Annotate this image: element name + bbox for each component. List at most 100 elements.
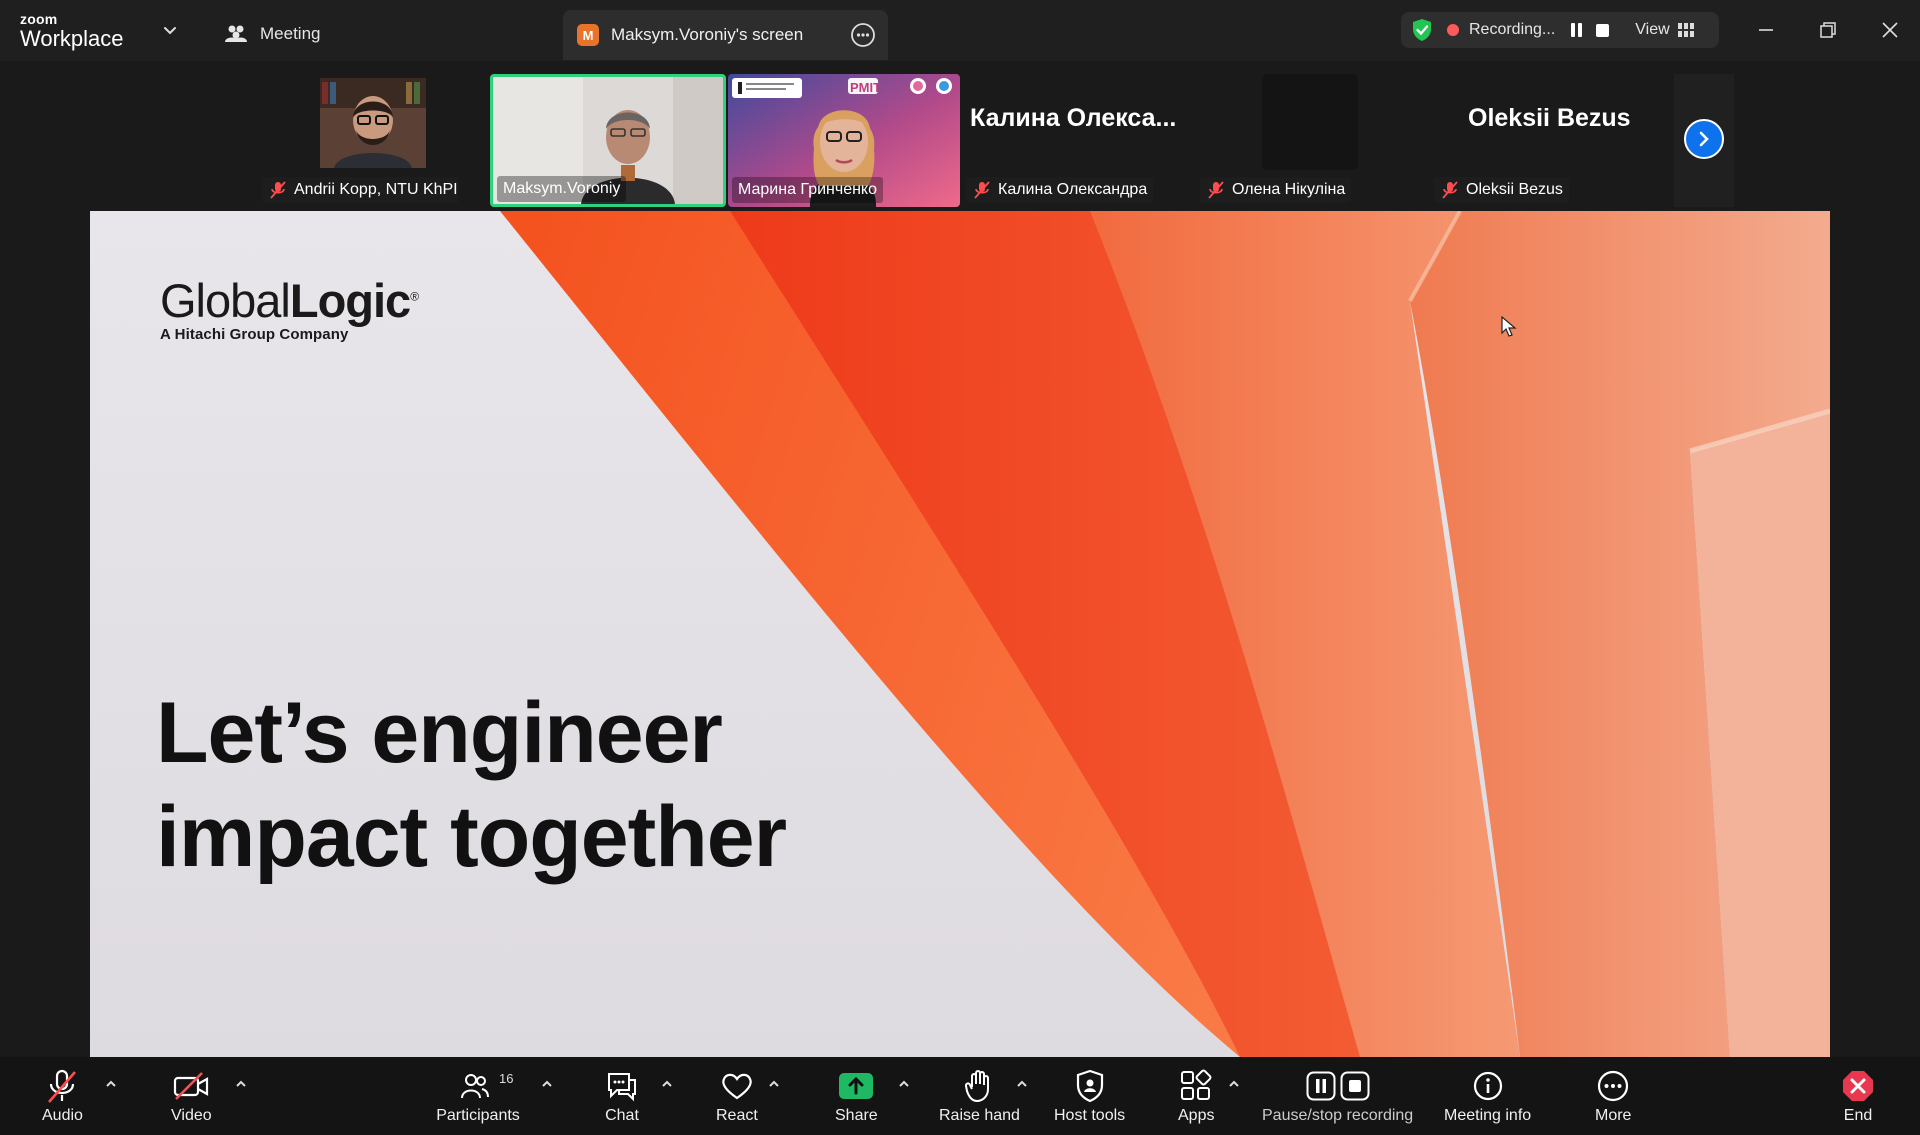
title-bar: zoom Workplace Meeting M Maksym.Voroniy'… [0, 0, 1920, 61]
video-label: Video [171, 1107, 212, 1124]
raise-hand-options-caret-icon[interactable] [1015, 1077, 1029, 1091]
mic-muted-icon [1208, 181, 1224, 199]
restore-icon[interactable] [1816, 18, 1840, 42]
stop-icon [1340, 1071, 1370, 1101]
meeting-info-label: Meeting info [1444, 1107, 1532, 1124]
chat-icon [608, 1073, 636, 1102]
mic-muted-icon [1442, 181, 1458, 199]
participants-options-caret-icon[interactable] [540, 1077, 554, 1091]
pmit-overlay-label: PMIT [850, 80, 882, 95]
participant-display-name: Калина Олекса... [970, 104, 1177, 132]
mic-muted-icon [974, 181, 990, 199]
participant-tile-andrii[interactable]: Andrii Kopp, NTU KhPI [258, 74, 458, 207]
participant-video-andrii [320, 78, 426, 168]
video-button[interactable]: Video [171, 1067, 212, 1125]
next-page-button[interactable] [1684, 119, 1724, 159]
headline-line-2: impact together [156, 789, 787, 885]
audio-button[interactable]: Audio [42, 1067, 83, 1125]
host-tools-label: Host tools [1054, 1107, 1126, 1124]
logo-text-bold: Logic [289, 274, 411, 327]
participant-name: Maksym.Voroniy [503, 180, 621, 197]
pause-stop-label: Pause/stop recording [1262, 1107, 1414, 1124]
brand-zoom-text: zoom [20, 11, 58, 27]
participants-count: 16 [499, 1071, 514, 1086]
shield-check-icon[interactable] [1411, 18, 1433, 42]
participant-name-tag: Oleksii Bezus [1434, 177, 1569, 203]
microphone-muted-icon [48, 1069, 77, 1103]
close-icon[interactable] [1878, 18, 1902, 42]
grid-view-icon [1677, 23, 1694, 37]
meeting-info-button[interactable]: Meeting info [1444, 1067, 1531, 1125]
shield-icon [1076, 1069, 1103, 1103]
chat-button[interactable]: Chat [605, 1067, 639, 1125]
logo-text-light: Global [160, 274, 291, 327]
chevron-down-icon[interactable] [160, 20, 180, 40]
participant-tile-maksym[interactable]: Maksym.Voroniy [490, 74, 726, 207]
pause-recording-icon[interactable] [1571, 23, 1583, 37]
participant-name: Марина Гринченко [738, 181, 878, 198]
mouse-cursor-icon [1501, 316, 1517, 337]
participant-tile-marina[interactable]: PMIT Марина Гринченко [728, 74, 960, 207]
participant-strip: Andrii Kopp, NTU KhPI Maksym.Voroniy PMI… [0, 61, 1920, 211]
pause-icon [1306, 1071, 1336, 1101]
apps-button[interactable]: Apps [1178, 1067, 1214, 1125]
participant-name: Andrii Kopp, NTU KhPI [294, 181, 458, 198]
participants-button[interactable]: 16 Participants [433, 1067, 523, 1125]
logo-subtitle: A Hitachi Group Company [160, 326, 349, 343]
share-options-caret-icon[interactable] [897, 1077, 911, 1091]
logo-registered-mark: ® [410, 289, 419, 304]
apps-icon [1181, 1069, 1212, 1100]
camera-off-icon [174, 1072, 209, 1100]
participant-name-tag: Maksym.Voroniy [497, 176, 627, 202]
participant-name: Олена Нікуліна [1232, 181, 1346, 198]
chat-options-caret-icon[interactable] [660, 1077, 674, 1091]
chat-label: Chat [605, 1107, 639, 1124]
brand-workplace-text: Workplace [20, 26, 124, 51]
audio-label: Audio [42, 1107, 83, 1124]
apps-options-caret-icon[interactable] [1227, 1077, 1241, 1091]
meeting-tab[interactable]: Meeting [224, 19, 320, 49]
shared-screen[interactable]: GlobalLogic® A Hitachi Group Company Let… [90, 211, 1830, 1057]
react-options-caret-icon[interactable] [767, 1077, 781, 1091]
react-label: React [716, 1107, 758, 1124]
zoom-workplace-logo[interactable]: zoom Workplace [20, 12, 124, 50]
pause-stop-recording-button[interactable]: Pause/stop recording [1262, 1067, 1413, 1125]
recording-dot-icon [1447, 24, 1459, 36]
video-options-caret-icon[interactable] [234, 1077, 248, 1091]
more-options-icon[interactable] [850, 22, 876, 48]
share-button[interactable]: Share [835, 1067, 878, 1125]
participant-name-tag: Andrii Kopp, NTU KhPI [262, 177, 458, 203]
host-tools-button[interactable]: Host tools [1054, 1067, 1125, 1125]
screen-tab-label: Maksym.Voroniy's screen [611, 25, 804, 44]
view-label: View [1635, 21, 1670, 38]
participant-tile-kalyna[interactable]: Калина Олекса... Калина Олександра [962, 74, 1192, 207]
globallogic-logo: GlobalLogic® A Hitachi Group Company [160, 273, 419, 343]
participant-display-name: Oleksii Bezus [1468, 104, 1631, 132]
apps-label: Apps [1178, 1107, 1215, 1124]
participants-label: Participants [436, 1107, 520, 1124]
headline-line-1: Let’s engineer [156, 685, 723, 781]
shared-screen-tab[interactable]: M Maksym.Voroniy's screen [563, 10, 888, 60]
heart-icon [722, 1073, 752, 1100]
end-label: End [1843, 1107, 1873, 1124]
raise-hand-icon [965, 1070, 990, 1102]
info-icon [1473, 1071, 1502, 1101]
meeting-toolbar: Audio Video 16 Participants Chat React S… [0, 1057, 1920, 1135]
participant-tile-olena[interactable]: Олена Нікуліна [1196, 74, 1426, 207]
raise-hand-label: Raise hand [939, 1107, 1020, 1124]
chevron-right-icon [1699, 131, 1709, 147]
stop-recording-icon[interactable] [1596, 23, 1610, 37]
recording-indicator: Recording... View [1401, 12, 1719, 48]
react-button[interactable]: React [716, 1067, 758, 1125]
minimize-icon[interactable] [1754, 18, 1778, 42]
more-button[interactable]: More [1595, 1067, 1631, 1125]
participant-video-off [1262, 74, 1358, 170]
recording-label: Recording... [1469, 21, 1556, 38]
end-icon [1843, 1071, 1873, 1101]
view-button[interactable]: View [1635, 21, 1694, 39]
end-meeting-button[interactable]: End [1841, 1067, 1875, 1125]
participant-tile-oleksii[interactable]: Oleksii Bezus Oleksii Bezus [1430, 74, 1670, 207]
raise-hand-button[interactable]: Raise hand [939, 1067, 1020, 1125]
audio-options-caret-icon[interactable] [104, 1077, 118, 1091]
share-screen-icon [839, 1073, 874, 1099]
